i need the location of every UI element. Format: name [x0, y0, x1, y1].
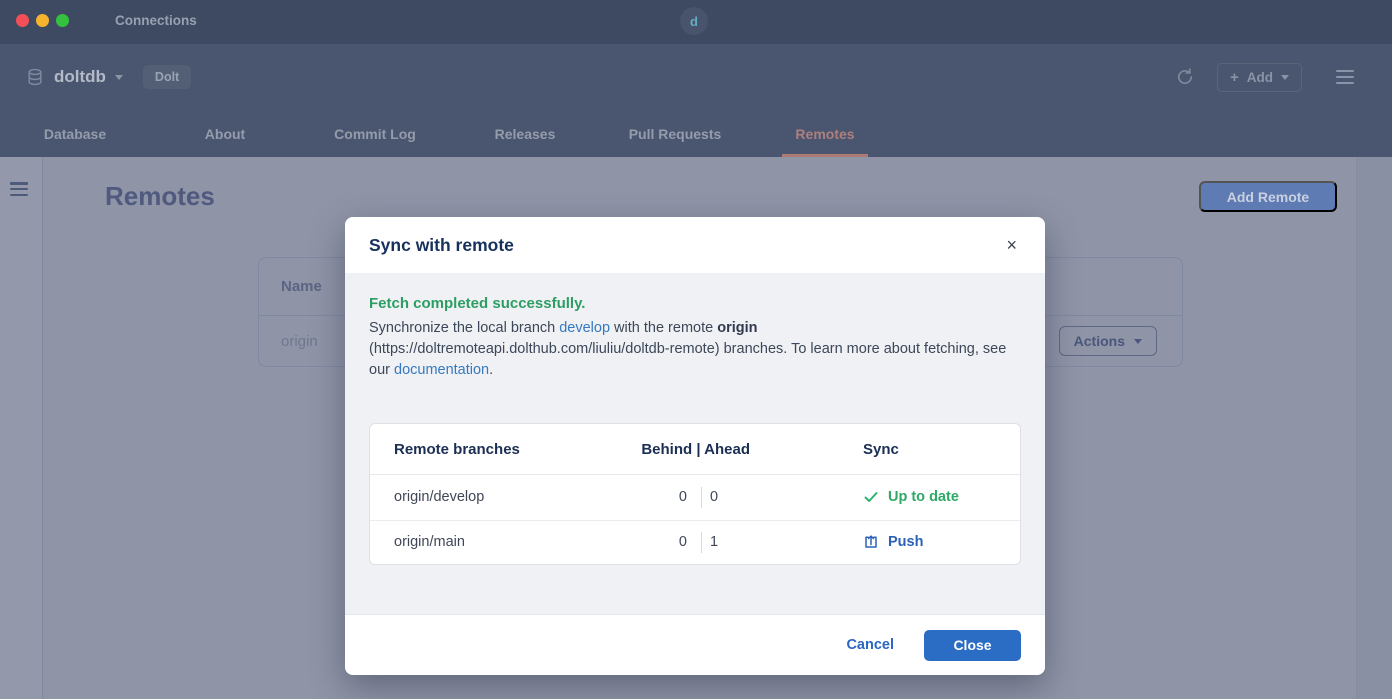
sync-with-remote-modal: Sync with remote × Fetch completed succe… — [345, 217, 1045, 675]
tab-releases[interactable]: Releases — [450, 110, 600, 157]
maximize-window-button[interactable] — [56, 14, 69, 27]
titlebar: Connections d — [0, 0, 1392, 44]
table-row: origin/main 0 1 Push — [370, 520, 1020, 565]
actions-button[interactable]: Actions — [1059, 326, 1157, 356]
behind-count: 0 — [616, 534, 701, 550]
close-window-button[interactable] — [16, 14, 29, 27]
modal-header: Sync with remote × — [345, 217, 1045, 273]
user-avatar[interactable]: d — [680, 7, 708, 35]
documentation-link[interactable]: documentation — [394, 362, 489, 378]
behind-ahead-cell: 0 0 — [616, 487, 750, 508]
description-text: . — [489, 362, 493, 378]
push-action[interactable]: Push — [863, 534, 996, 550]
header-actions: + Add — [1175, 63, 1354, 92]
window-title: Connections — [115, 13, 197, 28]
description-text: with the remote — [610, 320, 717, 336]
branches-table-header: Remote branches Behind | Ahead Sync — [370, 424, 1020, 475]
database-icon — [26, 67, 44, 87]
tab-remotes[interactable]: Remotes — [750, 110, 900, 157]
ahead-count: 1 — [702, 534, 750, 550]
remote-branches-table: Remote branches Behind | Ahead Sync orig… — [369, 423, 1021, 565]
right-gutter — [1356, 157, 1392, 699]
push-icon — [863, 534, 879, 550]
tab-commit-log[interactable]: Commit Log — [300, 110, 450, 157]
ahead-count: 0 — [702, 489, 750, 505]
refresh-icon[interactable] — [1175, 67, 1195, 87]
close-button[interactable]: Close — [924, 630, 1021, 661]
add-button[interactable]: + Add — [1217, 63, 1302, 92]
remote-name: origin — [281, 333, 318, 350]
collapsed-sidebar — [0, 157, 43, 699]
database-row: doltdb Dolt + Add — [0, 44, 1392, 110]
branches-column-header: Remote branches — [394, 441, 616, 458]
behind-count: 0 — [616, 489, 701, 505]
branch-link[interactable]: develop — [559, 320, 610, 336]
database-name[interactable]: doltdb — [54, 67, 106, 87]
chevron-down-icon[interactable] — [115, 75, 123, 80]
app-header: doltdb Dolt + Add Database — [0, 44, 1392, 157]
tab-pull-requests[interactable]: Pull Requests — [600, 110, 750, 157]
actions-button-label: Actions — [1074, 333, 1125, 349]
menu-icon[interactable] — [1336, 70, 1354, 85]
name-column-header: Name — [281, 278, 322, 295]
sidebar-menu-icon[interactable] — [10, 182, 28, 196]
close-icon[interactable]: × — [1002, 232, 1021, 258]
chevron-down-icon — [1134, 339, 1142, 344]
page-title: Remotes — [105, 181, 215, 212]
table-row: origin/develop 0 0 Up to date — [370, 475, 1020, 520]
cancel-button[interactable]: Cancel — [846, 637, 894, 653]
behind-ahead-column-header: Behind | Ahead — [616, 441, 750, 458]
remote-name: origin — [717, 320, 757, 336]
sync-description: Synchronize the local branch develop wit… — [369, 318, 1021, 381]
modal-body: Fetch completed successfully. Synchroniz… — [345, 273, 1045, 614]
up-to-date-status: Up to date — [888, 489, 959, 505]
modal-footer: Cancel Close — [345, 614, 1045, 675]
check-icon — [863, 489, 879, 505]
add-remote-button[interactable]: Add Remote — [1199, 181, 1337, 212]
behind-ahead-cell: 0 1 — [616, 532, 750, 553]
plus-icon: + — [1230, 71, 1239, 84]
chevron-down-icon — [1281, 75, 1289, 80]
window-controls — [16, 14, 69, 27]
description-text: Synchronize the local branch — [369, 320, 559, 336]
app-window: Connections d doltdb Dolt — [0, 0, 1392, 699]
tab-database[interactable]: Database — [0, 110, 150, 157]
fetch-success-message: Fetch completed successfully. — [369, 295, 1021, 312]
branch-name: origin/develop — [394, 489, 616, 505]
tab-bar: Database About Commit Log Releases Pull … — [0, 110, 900, 157]
modal-title: Sync with remote — [369, 235, 514, 256]
branch-name: origin/main — [394, 534, 616, 550]
database-type-badge: Dolt — [143, 65, 191, 89]
add-button-label: Add — [1247, 70, 1273, 85]
sync-column-header: Sync — [863, 441, 996, 458]
sync-status-cell: Up to date — [863, 489, 996, 505]
tab-about[interactable]: About — [150, 110, 300, 157]
minimize-window-button[interactable] — [36, 14, 49, 27]
push-button-label: Push — [888, 534, 923, 550]
